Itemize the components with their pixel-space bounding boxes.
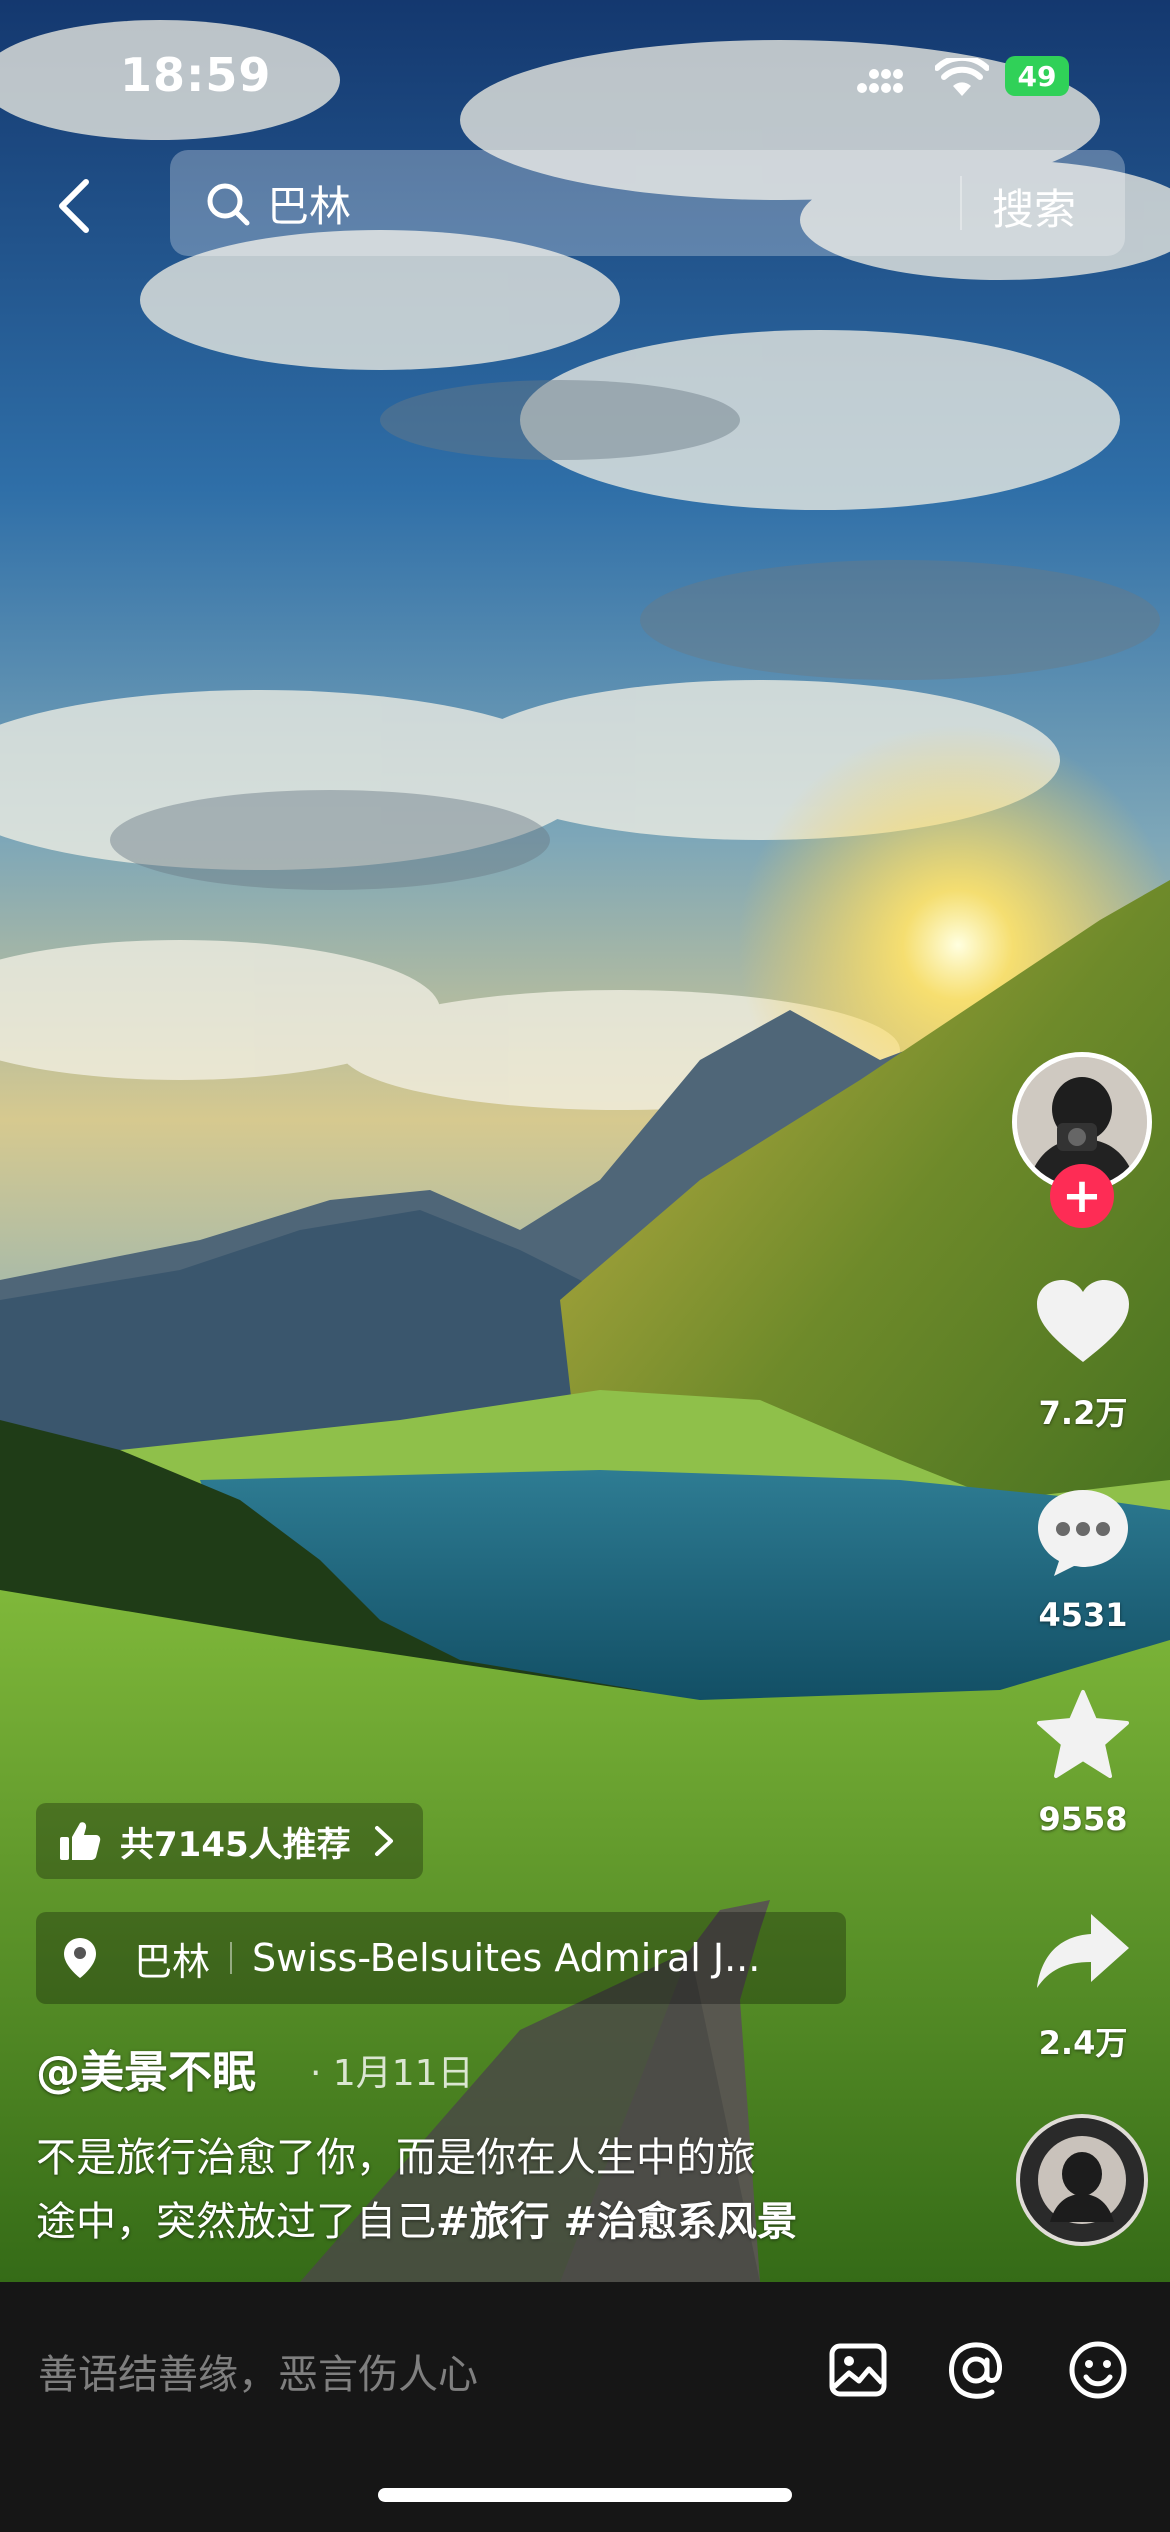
like-count: 7.2万 [1038, 1394, 1128, 1432]
music-disc[interactable] [1016, 2114, 1148, 2246]
home-indicator [378, 2488, 792, 2502]
share-button[interactable] [1033, 1900, 1133, 2000]
location-pill[interactable]: 巴林 Swiss-Belsuites Admiral J... [36, 1912, 846, 2004]
mention-button[interactable] [940, 2334, 1012, 2406]
comment-count: 4531 [1038, 1596, 1128, 1634]
status-bar: 18:59 49 [0, 0, 1170, 150]
search-divider [960, 176, 962, 230]
battery-indicator: 49 [1005, 56, 1069, 96]
chevron-right-icon [374, 1826, 393, 1856]
emoji-icon [1069, 2341, 1127, 2399]
wifi-icon [934, 54, 990, 102]
heart-icon [1037, 1280, 1129, 1362]
search-icon [207, 183, 250, 226]
comment-button[interactable] [1033, 1482, 1133, 1582]
image-button[interactable] [822, 2334, 894, 2406]
follow-button[interactable]: + [1050, 1164, 1114, 1228]
share-count: 2.4万 [1038, 2024, 1128, 2062]
post-description: 不是旅行治愈了你，而是你在人生中的旅 途中，突然放过了自己#旅行 #治愈系风景 [36, 2126, 916, 2254]
description-line-1: 不是旅行治愈了你，而是你在人生中的旅 [36, 2135, 756, 2181]
description-text: 途中，突然放过了自己 [36, 2199, 436, 2245]
favorite-count: 9558 [1038, 1800, 1128, 1838]
search-bar[interactable]: 搜索 [170, 150, 1125, 256]
emoji-button[interactable] [1062, 2334, 1134, 2406]
cellular-signal-icon [855, 62, 905, 100]
back-button[interactable] [44, 176, 104, 236]
location-place: Swiss-Belsuites Admiral J... [252, 1936, 761, 1980]
post-date: · 1月11日 [310, 2053, 474, 2094]
plus-icon: + [1061, 1168, 1103, 1224]
like-button[interactable] [1033, 1272, 1133, 1372]
share-icon [1037, 1914, 1129, 1988]
author-name[interactable]: @美景不眠 [36, 2036, 256, 2100]
favorite-button[interactable] [1033, 1684, 1133, 1784]
recommend-pill[interactable]: 共7145人推荐 [36, 1803, 423, 1879]
status-time: 18:59 [120, 48, 272, 102]
post-date-text: 1月11日 [332, 2053, 474, 2094]
description-line-2: 途中，突然放过了自己#旅行 #治愈系风景 [36, 2190, 916, 2254]
comment-icon [1038, 1490, 1128, 1576]
image-icon [829, 2343, 887, 2397]
at-icon [949, 2342, 1003, 2399]
star-icon [1037, 1690, 1129, 1778]
location-divider [230, 1942, 233, 1974]
search-button[interactable]: 搜索 [992, 176, 1076, 237]
location-pin-icon [64, 1938, 96, 1978]
search-input[interactable] [265, 170, 969, 236]
thumbs-up-icon [60, 1822, 101, 1860]
comment-input[interactable]: 善语结善缘，恶言伤人心 [38, 2342, 758, 2398]
battery-level: 49 [1017, 59, 1057, 93]
location-city: 巴林 [134, 1939, 211, 1984]
back-icon [59, 179, 89, 233]
hashtag-links[interactable]: #旅行 #治愈系风景 [436, 2199, 797, 2245]
recommend-label: 共7145人推荐 [120, 1824, 351, 1865]
